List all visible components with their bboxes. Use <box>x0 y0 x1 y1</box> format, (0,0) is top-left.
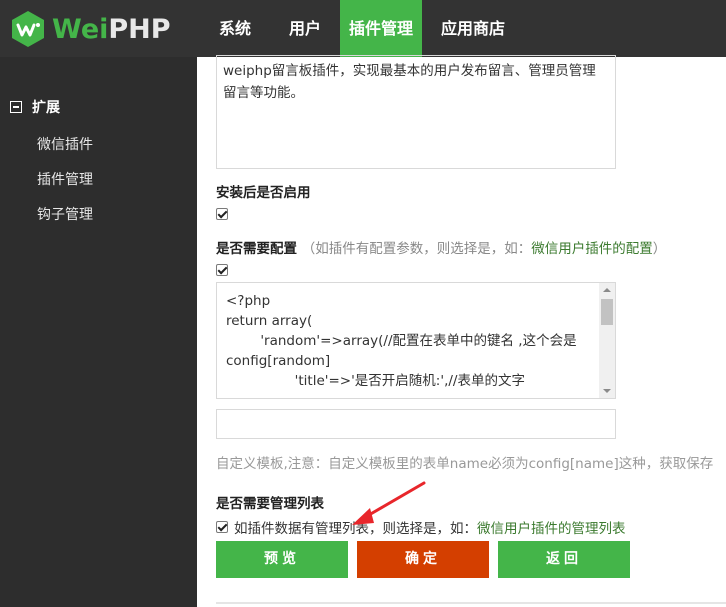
nav-item-app-store[interactable]: 应用商店 <box>422 0 524 57</box>
top-navbar: WeiPHP 系统 用户 插件管理 应用商店 <box>0 0 726 57</box>
weiphp-logo[interactable]: WeiPHP <box>10 10 171 48</box>
description-textarea[interactable]: weiphp留言板插件，实现最基本的用户发布留言、管理员管理留言等功能。 <box>216 55 616 169</box>
plugin-form: weiphp留言板插件，实现最基本的用户发布留言、管理员管理留言等功能。 安装后… <box>197 55 726 607</box>
brand-name: WeiPHP <box>52 14 171 45</box>
need-list-checkbox[interactable] <box>216 521 228 533</box>
annotation-arrow-icon <box>352 481 426 525</box>
preview-button[interactable]: 预览 <box>216 541 348 578</box>
scroll-up-arrow-icon[interactable] <box>599 283 615 297</box>
sidebar-item-plugin-management[interactable]: 插件管理 <box>37 169 93 189</box>
need-list-label: 是否需要管理列表 <box>216 496 324 512</box>
code-scrollbar[interactable] <box>599 283 615 398</box>
enable-after-install-checkbox[interactable] <box>216 208 228 220</box>
nav-item-system[interactable]: 系统 <box>200 0 270 57</box>
confirm-button[interactable]: 确定 <box>357 541 489 578</box>
need-config-label: 是否需要配置 （如插件有配置参数，则选择是，如：微信用户插件的配置） <box>216 237 666 257</box>
nav-item-plugin-management[interactable]: 插件管理 <box>340 0 423 57</box>
sidebar-group-label: 扩展 <box>32 100 60 116</box>
need-config-hint-suffix: ） <box>652 241 667 257</box>
sidebar-group-extend[interactable]: 扩展 <box>10 97 60 117</box>
wechat-user-list-link[interactable]: 微信用户插件的管理列表 <box>477 517 626 537</box>
custom-template-input[interactable] <box>216 409 616 439</box>
need-config-checkbox[interactable] <box>216 264 228 276</box>
bottom-divider <box>216 602 726 604</box>
sidebar-item-hook-management[interactable]: 钩子管理 <box>37 204 93 224</box>
enable-after-install-label: 安装后是否启用 <box>216 185 311 201</box>
scroll-down-arrow-icon[interactable] <box>599 384 615 398</box>
sidebar: 扩展 微信插件 插件管理 钩子管理 <box>0 57 197 607</box>
nav-item-users[interactable]: 用户 <box>270 0 340 57</box>
custom-template-note: 自定义模板,注意：自定义模板里的表单name必须为config[name]这种，… <box>216 456 714 472</box>
config-code-text: <?php return array( 'random'=>array(//配置… <box>226 293 577 389</box>
need-config-hint-prefix: （如插件有配置参数，则选择是，如： <box>301 241 532 257</box>
main-nav: 系统 用户 插件管理 应用商店 <box>200 0 524 57</box>
need-config-hint: （如插件有配置参数，则选择是，如：微信用户插件的配置） <box>302 241 667 257</box>
sidebar-item-wechat-plugins[interactable]: 微信插件 <box>37 134 93 154</box>
collapse-minus-icon[interactable] <box>10 101 22 113</box>
need-config-label-text: 是否需要配置 <box>216 241 297 257</box>
brand-php: PHP <box>108 13 171 45</box>
weiphp-logo-icon <box>12 11 44 47</box>
wechat-user-config-link[interactable]: 微信用户插件的配置 <box>531 241 653 257</box>
config-code-textarea[interactable]: <?php return array( 'random'=>array(//配置… <box>216 282 616 399</box>
brand-wei: Wei <box>52 13 109 45</box>
back-button[interactable]: 返回 <box>498 541 630 578</box>
scroll-thumb[interactable] <box>601 299 613 325</box>
